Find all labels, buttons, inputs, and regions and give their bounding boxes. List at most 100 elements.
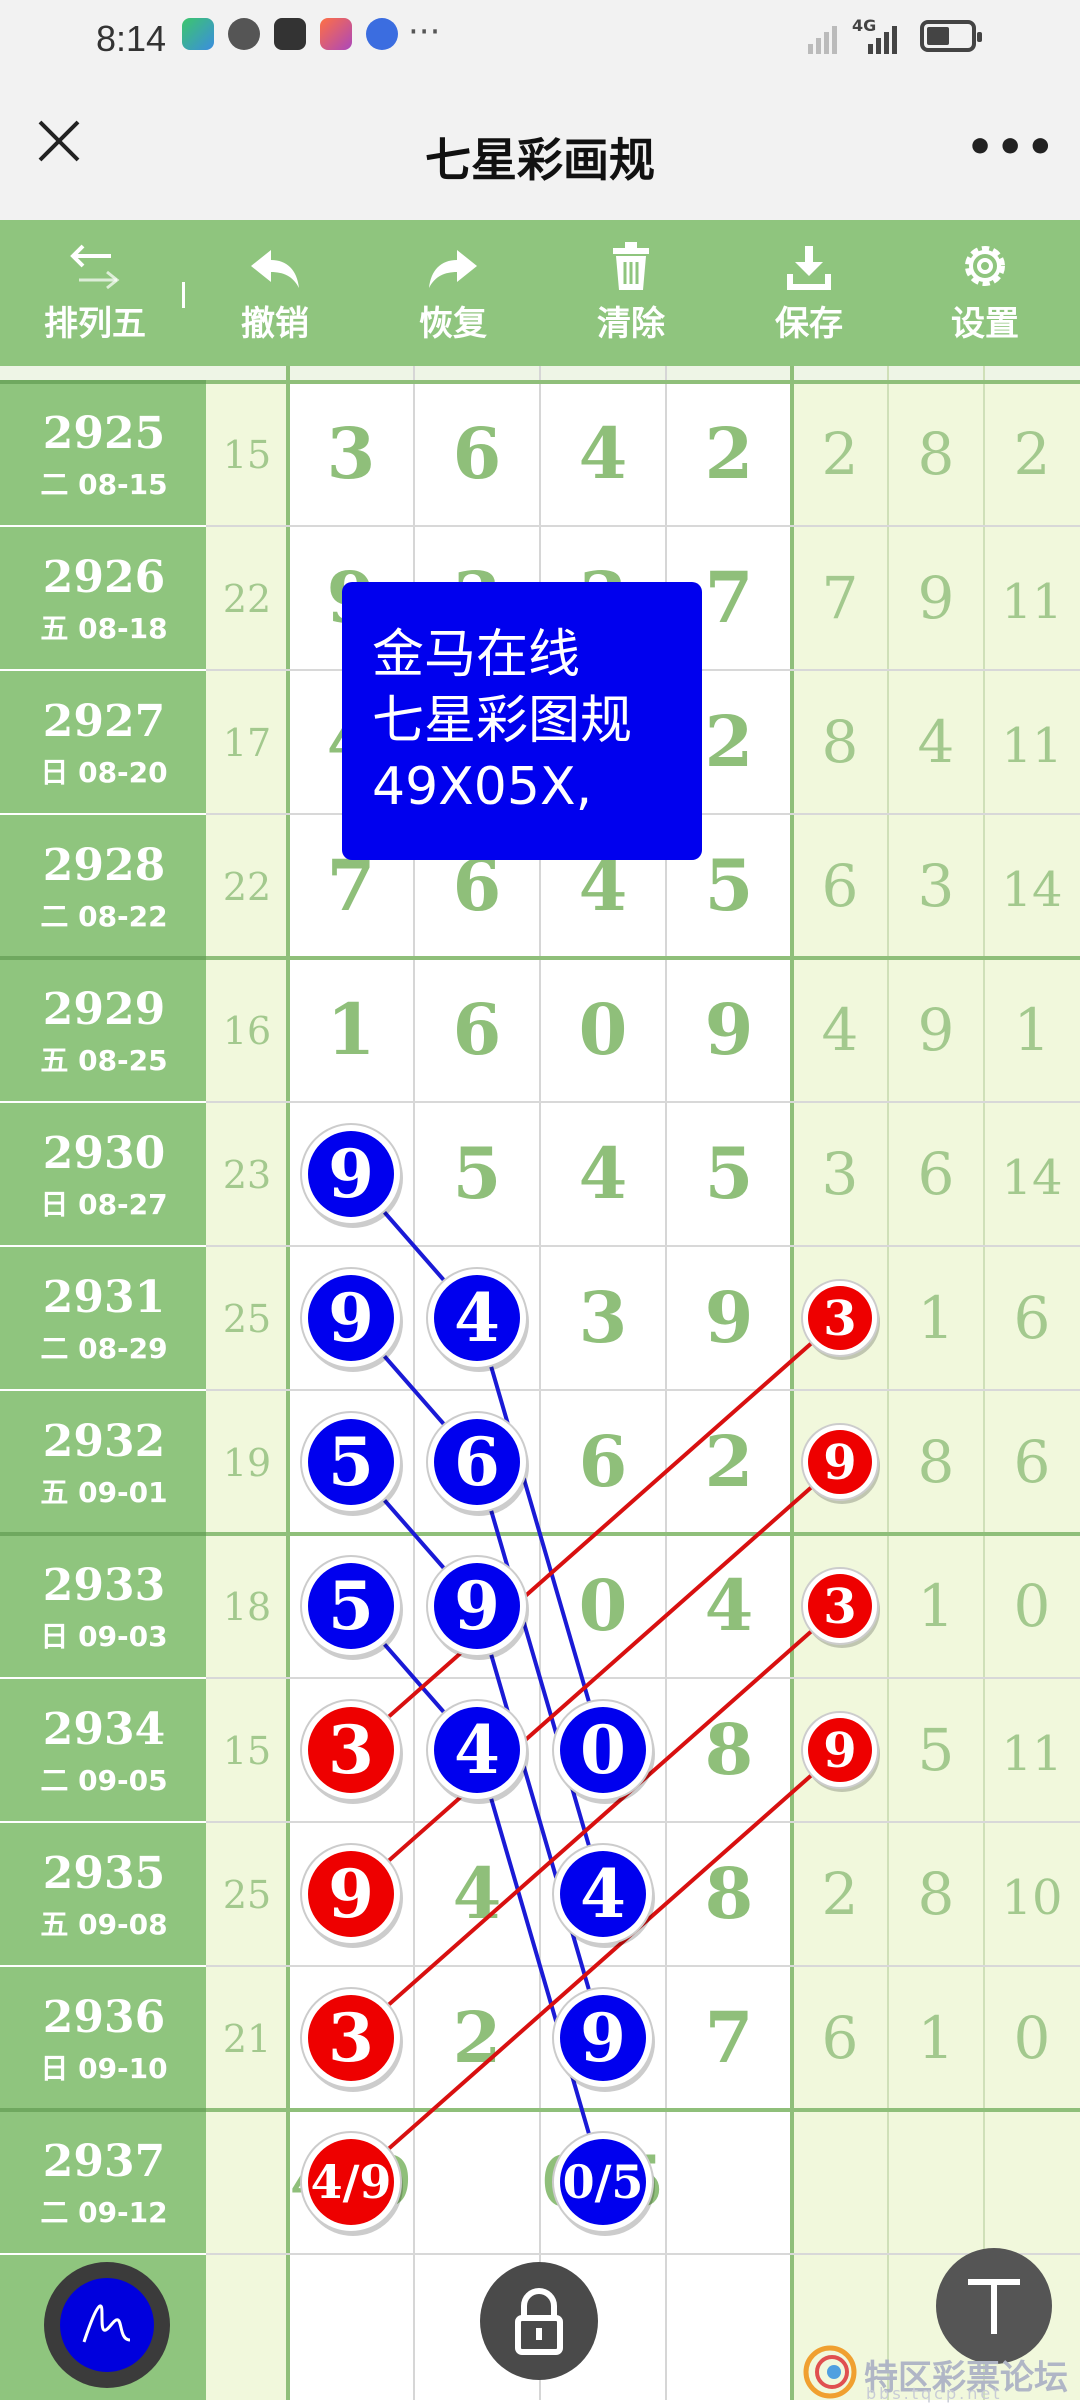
magic-wand-icon bbox=[320, 18, 352, 50]
issue-number: 2928 bbox=[43, 840, 165, 891]
forum-watermark: 特区彩票论坛 bbs.tqcp.net bbox=[800, 2344, 1080, 2403]
download-icon bbox=[744, 236, 874, 292]
save-button[interactable]: 保存 bbox=[744, 236, 874, 345]
lottery-switch-button[interactable]: 排列五 bbox=[30, 236, 160, 345]
sum-value: 25 bbox=[223, 1297, 271, 1341]
status-bar: 8:14 ··· 4G bbox=[0, 0, 1080, 80]
stat-cell: 1 bbox=[918, 2004, 955, 2072]
overlay-line: 49X05X, bbox=[372, 757, 593, 817]
stat-cell: 14 bbox=[1001, 862, 1062, 918]
sum-value: 23 bbox=[223, 1153, 271, 1197]
sum-value: 15 bbox=[223, 433, 271, 477]
marker-label: 0/5 bbox=[563, 2155, 644, 2209]
stat-cell: 6 bbox=[822, 2004, 859, 2072]
stat-cell: 8 bbox=[918, 1860, 955, 1928]
digit-cell: 2 bbox=[705, 700, 754, 783]
undo-button[interactable]: 撤销 bbox=[210, 236, 340, 345]
digit-cell: 6 bbox=[453, 988, 502, 1071]
stat-cell: 8 bbox=[822, 708, 859, 776]
issue-date: 五 08-25 bbox=[40, 1044, 167, 1077]
more-menu-icon[interactable]: ••• bbox=[966, 122, 1056, 173]
issue-number: 2929 bbox=[43, 984, 165, 1035]
digit-cell: 4 bbox=[579, 1132, 628, 1215]
issue-date: 二 09-12 bbox=[40, 2196, 167, 2229]
issue-date: 五 08-18 bbox=[40, 612, 167, 645]
issue-number: 2933 bbox=[43, 1560, 165, 1611]
issue-number: 2927 bbox=[43, 696, 165, 747]
stat-cell: 11 bbox=[1001, 1726, 1062, 1782]
marker-label: 9 bbox=[328, 1279, 374, 1357]
issue-date: 五 09-01 bbox=[40, 1476, 167, 1509]
issue-number: 2931 bbox=[43, 1272, 165, 1323]
battery-icon bbox=[920, 20, 982, 52]
marker-label: 4 bbox=[580, 1855, 626, 1933]
stat-cell: 1 bbox=[1014, 996, 1051, 1064]
marker-label: 9 bbox=[328, 1135, 374, 1213]
issue-date: 二 08-15 bbox=[40, 468, 167, 501]
marker-label: 3 bbox=[823, 1579, 856, 1635]
stat-cell: 11 bbox=[1001, 718, 1062, 774]
sum-value: 22 bbox=[223, 577, 271, 621]
stat-cell: 6 bbox=[918, 1140, 955, 1208]
title-bar: 七星彩画规 ••• bbox=[0, 80, 1080, 220]
issue-number: 2937 bbox=[43, 2136, 165, 2187]
stat-cell: 2 bbox=[1014, 420, 1051, 488]
overlay-line: 金马在线 bbox=[372, 625, 581, 685]
marker-label: 3 bbox=[823, 1291, 856, 1347]
more-notifications-icon: ··· bbox=[408, 12, 441, 52]
stat-column-bg bbox=[792, 366, 1080, 2400]
lock-button[interactable] bbox=[480, 2262, 598, 2380]
sum-value: 25 bbox=[223, 1873, 271, 1917]
sum-value: 22 bbox=[223, 865, 271, 909]
redo-icon bbox=[388, 236, 518, 292]
toolbar: 排列五 撤销 恢复 清除 保存 设置 bbox=[0, 220, 1080, 366]
lock-icon bbox=[515, 2288, 563, 2355]
redo-button[interactable]: 恢复 bbox=[388, 236, 518, 345]
music-icon bbox=[366, 18, 398, 50]
marker-label: 3 bbox=[328, 1999, 374, 2077]
gear-icon bbox=[920, 236, 1050, 292]
marker-label: 9 bbox=[823, 1723, 856, 1779]
marker-label: 9 bbox=[328, 1855, 374, 1933]
marker-label: 5 bbox=[328, 1423, 374, 1501]
tool-label: 清除 bbox=[597, 304, 665, 344]
stat-cell: 1 bbox=[918, 1572, 955, 1640]
issue-date: 二 08-22 bbox=[40, 900, 167, 933]
sum-value: 18 bbox=[223, 1585, 271, 1629]
stat-cell: 5 bbox=[918, 1716, 955, 1784]
stat-cell: 7 bbox=[822, 564, 859, 632]
stat-cell: 2 bbox=[822, 1860, 859, 1928]
marker-label: 9 bbox=[823, 1435, 856, 1491]
digit-cell: 9 bbox=[705, 988, 754, 1071]
chat-bubble-icon bbox=[228, 18, 260, 50]
stat-cell: 8 bbox=[918, 420, 955, 488]
issue-column-bg bbox=[0, 366, 206, 2400]
pen-icon bbox=[60, 2278, 154, 2372]
digit-cell: 3 bbox=[579, 1276, 628, 1359]
signal-1-icon bbox=[808, 26, 837, 54]
digit-cell: 0 bbox=[579, 1564, 628, 1647]
marker-label: 3 bbox=[328, 1711, 374, 1789]
digit-cell: 5 bbox=[453, 1132, 502, 1215]
digit-cell: 5 bbox=[705, 1132, 754, 1215]
tool-label: 设置 bbox=[951, 304, 1019, 344]
digit-cell: 0 bbox=[579, 988, 628, 1071]
marker-label: 6 bbox=[454, 1423, 500, 1501]
digit-cell: 5 bbox=[705, 844, 754, 927]
tool-label: 撤销 bbox=[241, 304, 309, 344]
stat-cell: 0 bbox=[1014, 2004, 1051, 2072]
stat-cell: 0 bbox=[1014, 1572, 1051, 1640]
page-title: 七星彩画规 bbox=[425, 133, 655, 187]
draw-pen-button[interactable] bbox=[44, 2262, 170, 2388]
stat-cell: 6 bbox=[1014, 1284, 1051, 1352]
stat-cell: 2 bbox=[822, 420, 859, 488]
issue-date: 二 09-05 bbox=[40, 1764, 167, 1797]
clear-button[interactable]: 清除 bbox=[566, 236, 696, 345]
sum-value: 19 bbox=[223, 1441, 271, 1485]
stat-cell: 4 bbox=[918, 708, 955, 776]
issue-number: 2926 bbox=[43, 552, 165, 603]
stat-cell: 9 bbox=[918, 996, 955, 1064]
trash-icon bbox=[566, 236, 696, 292]
sum-column-bg bbox=[206, 366, 288, 2400]
settings-button[interactable]: 设置 bbox=[920, 236, 1050, 345]
